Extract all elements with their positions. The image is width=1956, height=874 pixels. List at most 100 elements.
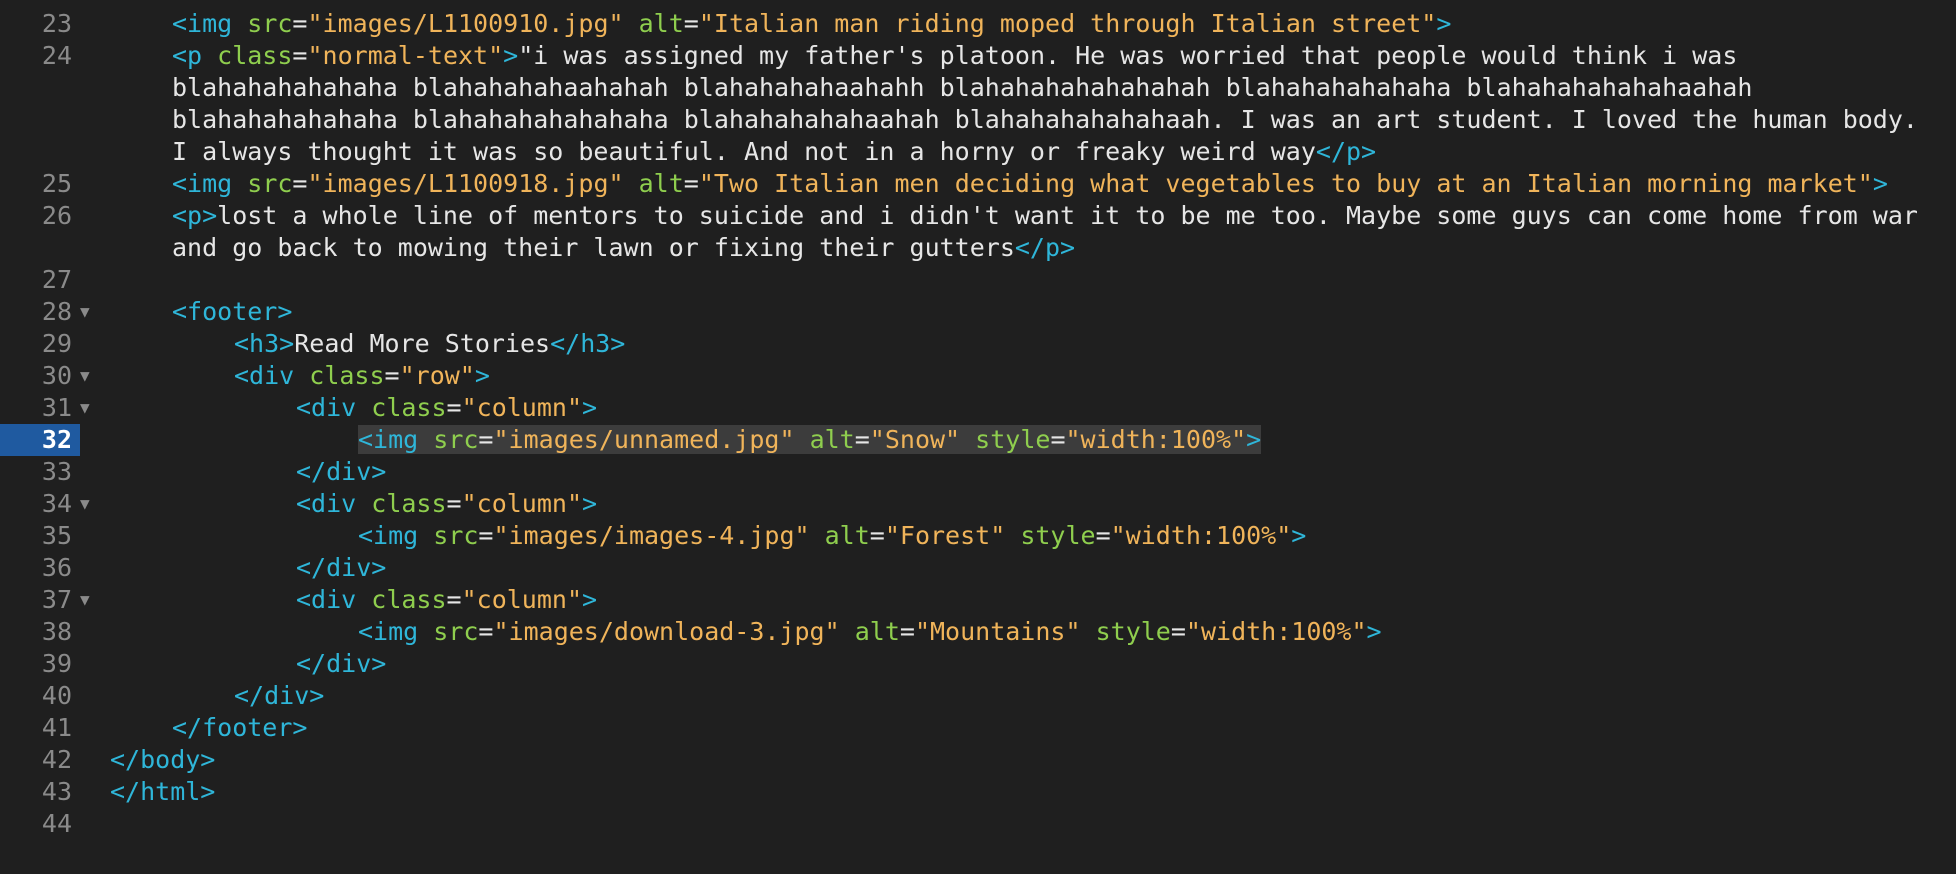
- code-line[interactable]: 24 <p class="normal-text">"i was assigned…: [0, 40, 1956, 168]
- code-line[interactable]: 25 <img src="images/L1100918.jpg" alt="Tw…: [0, 168, 1956, 200]
- line-number: 28: [41, 297, 72, 326]
- token-tag: >: [1436, 9, 1452, 38]
- code-text[interactable]: </div>: [110, 648, 1956, 680]
- code-text[interactable]: <footer>: [110, 296, 1956, 328]
- line-number: 43: [41, 777, 72, 806]
- code-text[interactable]: </div>: [110, 680, 1956, 712]
- code-content: </div>: [296, 649, 386, 678]
- token-tag: <img: [358, 425, 434, 454]
- token-text: =: [683, 169, 699, 198]
- code-text[interactable]: <div class="row">: [110, 360, 1956, 392]
- code-line[interactable]: 26 <p>lost a whole line of mentors to sui…: [0, 200, 1956, 264]
- code-text[interactable]: <img src="images/L1100910.jpg" alt="Ital…: [110, 8, 1956, 40]
- token-string: "width:100%": [1110, 521, 1292, 550]
- token-attribute: class: [309, 361, 385, 390]
- token-string: "Forest": [884, 521, 1006, 550]
- code-line[interactable]: 43 </html>: [0, 776, 1956, 808]
- code-line[interactable]: 44: [0, 808, 1956, 840]
- code-line[interactable]: 37 ▼ <div class="column">: [0, 584, 1956, 616]
- code-line[interactable]: 41 </footer>: [0, 712, 1956, 744]
- line-number: 35: [41, 521, 72, 550]
- token-attribute: class: [371, 585, 447, 614]
- code-line[interactable]: 40 </div>: [0, 680, 1956, 712]
- line-number: 25: [41, 169, 72, 198]
- token-tag: <div: [296, 489, 372, 518]
- code-text[interactable]: <p>lost a whole line of mentors to suici…: [110, 200, 1956, 264]
- token-string: "images/L1100910.jpg": [307, 9, 624, 38]
- code-text[interactable]: [110, 808, 1956, 840]
- code-text[interactable]: <img src="images/unnamed.jpg" alt="Snow"…: [110, 424, 1956, 456]
- code-text[interactable]: <p class="normal-text">"i was assigned m…: [110, 40, 1956, 168]
- code-text[interactable]: </div>: [110, 456, 1956, 488]
- token-tag: </div>: [296, 649, 387, 678]
- code-text[interactable]: </html>: [110, 776, 1956, 808]
- code-text[interactable]: <img src="images/L1100918.jpg" alt="Two …: [110, 168, 1956, 200]
- code-line[interactable]: 31 ▼ <div class="column">: [0, 392, 1956, 424]
- code-lines: 23 <img src="images/L1100910.jpg" alt="It…: [0, 8, 1956, 840]
- selection-highlight: <img src="images/unnamed.jpg" alt="Snow"…: [358, 425, 1262, 454]
- fold-toggle-icon[interactable]: ▼: [80, 360, 110, 392]
- line-number: 38: [41, 617, 72, 646]
- code-text[interactable]: <h3>Read More Stories</h3>: [110, 328, 1956, 360]
- line-number: 42: [41, 745, 72, 774]
- token-tag: </div>: [234, 681, 325, 710]
- fold-toggle-icon[interactable]: ▼: [80, 392, 110, 424]
- line-number: 31: [41, 393, 72, 422]
- code-content: <div class="column">: [296, 489, 597, 518]
- code-line[interactable]: 28 ▼ <footer>: [0, 296, 1956, 328]
- token-string: "normal-text": [307, 41, 504, 70]
- code-text[interactable]: <img src="images/download-3.jpg" alt="Mo…: [110, 616, 1956, 648]
- code-text[interactable]: </body>: [110, 744, 1956, 776]
- token-text: =: [1170, 617, 1186, 646]
- token-tag: </html>: [110, 777, 216, 806]
- code-line[interactable]: 34 ▼ <div class="column">: [0, 488, 1956, 520]
- code-line[interactable]: 27: [0, 264, 1956, 296]
- code-line[interactable]: 33 </div>: [0, 456, 1956, 488]
- code-content: <div class="column">: [296, 393, 597, 422]
- code-content: </body>: [110, 745, 215, 774]
- code-line[interactable]: 23 <img src="images/L1100910.jpg" alt="It…: [0, 8, 1956, 40]
- token-tag: <div: [296, 393, 372, 422]
- code-text[interactable]: <div class="column">: [110, 488, 1956, 520]
- code-line[interactable]: 30 ▼ <div class="row">: [0, 360, 1956, 392]
- code-line[interactable]: 32 <img src="images/unnamed.jpg" alt="Sno…: [0, 424, 1956, 456]
- fold-toggle-icon[interactable]: ▼: [80, 488, 110, 520]
- token-text: =: [478, 617, 494, 646]
- code-editor[interactable]: 23 <img src="images/L1100910.jpg" alt="It…: [0, 0, 1956, 874]
- code-line[interactable]: 38 <img src="images/download-3.jpg" alt="…: [0, 616, 1956, 648]
- token-attribute: src: [433, 617, 479, 646]
- code-line[interactable]: 39 </div>: [0, 648, 1956, 680]
- line-number: 41: [41, 713, 72, 742]
- token-string: "images/L1100918.jpg": [307, 169, 624, 198]
- fold-toggle-icon[interactable]: ▼: [80, 296, 110, 328]
- token-tag: >: [582, 393, 598, 422]
- token-string: "Italian man riding moped through Italia…: [698, 9, 1437, 38]
- code-text[interactable]: [110, 264, 1956, 296]
- code-text[interactable]: <img src="images/images-4.jpg" alt="Fore…: [110, 520, 1956, 552]
- code-content: </div>: [234, 681, 324, 710]
- token-attribute: class: [371, 393, 447, 422]
- code-content: </div>: [296, 553, 386, 582]
- code-content: <p class="normal-text">"i was assigned m…: [172, 41, 1918, 166]
- code-text[interactable]: <div class="column">: [110, 584, 1956, 616]
- line-number: 24: [41, 41, 72, 70]
- token-text: =: [292, 169, 308, 198]
- fold-toggle-icon[interactable]: ▼: [80, 584, 110, 616]
- code-line[interactable]: 29 <h3>Read More Stories</h3>: [0, 328, 1956, 360]
- token-tag: <p>: [172, 201, 218, 230]
- code-line[interactable]: 36 </div>: [0, 552, 1956, 584]
- code-text[interactable]: </footer>: [110, 712, 1956, 744]
- code-line[interactable]: 35 <img src="images/images-4.jpg" alt="Fo…: [0, 520, 1956, 552]
- code-text[interactable]: </div>: [110, 552, 1956, 584]
- code-text[interactable]: <div class="column">: [110, 392, 1956, 424]
- code-line[interactable]: 42 </body>: [0, 744, 1956, 776]
